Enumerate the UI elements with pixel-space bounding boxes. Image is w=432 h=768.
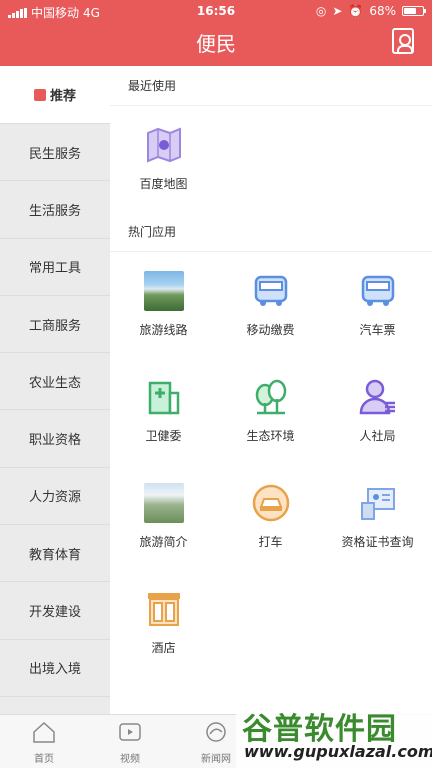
- news-icon: [206, 722, 226, 742]
- sidebar-item-tools[interactable]: 常用工具: [0, 239, 110, 296]
- certificate-icon: [357, 482, 399, 524]
- sidebar-item-label: 出境入境: [28, 662, 81, 678]
- watermark: 谷普软件园 www.gupuxlazal.com: [236, 700, 432, 768]
- recent-grid: 百度地图: [110, 106, 432, 212]
- app-label: 资格证书查询: [341, 535, 414, 549]
- sidebar-item-label: 民生服务: [28, 146, 81, 162]
- taxi-icon: [250, 482, 292, 524]
- contact-card-icon[interactable]: [392, 28, 414, 54]
- thumbs-up-icon: [33, 88, 46, 101]
- trees-icon: [250, 376, 292, 418]
- section-title-recent: 最近使用: [110, 66, 432, 106]
- app-label: 卫健委: [145, 429, 182, 443]
- video-icon: [119, 723, 141, 741]
- app-tile-social-security[interactable]: 人社局: [324, 358, 431, 464]
- bus-icon: [250, 270, 292, 312]
- sidebar-item-qualification[interactable]: 职业资格: [0, 410, 110, 468]
- sidebar-item-label: 开发建设: [28, 605, 81, 621]
- tab-home[interactable]: 首页: [4, 721, 84, 765]
- app-panel: 最近使用 百度地图 热门应用 旅游线路 移动缴费 汽车票 卫健委 生态环境 人社…: [110, 66, 432, 714]
- hotel-icon: [143, 588, 185, 630]
- sidebar-item-label: 工商服务: [28, 318, 81, 334]
- top-bar: 中国移动 4G 16:56 ◎ ➤ ⏰ 68% 便民: [0, 0, 432, 66]
- app-label: 旅游线路: [139, 323, 188, 337]
- sidebar-item-label: 生活服务: [28, 203, 81, 219]
- tab-video[interactable]: 视频: [90, 721, 170, 765]
- sidebar-item-education[interactable]: 教育体育: [0, 525, 110, 583]
- app-label: 百度地图: [139, 177, 188, 191]
- rotation-lock-icon: ◎: [315, 4, 327, 18]
- sidebar-item-label: 教育体育: [28, 547, 81, 563]
- app-label: 汽车票: [359, 323, 396, 337]
- sidebar-item-immigration[interactable]: 出境入境: [0, 640, 110, 697]
- tab-label: 视频: [120, 754, 140, 765]
- app-tile-travel-routes[interactable]: 旅游线路: [110, 252, 217, 358]
- app-tile-bus-ticket[interactable]: 汽车票: [324, 252, 431, 358]
- battery-text: 68%: [369, 4, 396, 18]
- app-tile-taxi[interactable]: 打车: [217, 464, 324, 570]
- sidebar-item-label: 推荐: [49, 89, 76, 104]
- sidebar-item-label: 常用工具: [28, 261, 81, 277]
- app-label: 旅游简介: [139, 535, 188, 549]
- app-label: 移动缴费: [246, 323, 295, 337]
- category-sidebar: 推荐 民生服务 生活服务 常用工具 工商服务 农业生态 职业资格 人力资源 教育…: [0, 66, 110, 714]
- app-label: 打车: [258, 535, 283, 549]
- app-tile-ecology[interactable]: 生态环境: [217, 358, 324, 464]
- app-tile-baidu-map[interactable]: 百度地图: [110, 106, 217, 212]
- sidebar-item-recommend[interactable]: 推荐: [0, 66, 110, 124]
- hospital-icon: [143, 376, 185, 418]
- sidebar-item-life[interactable]: 生活服务: [0, 181, 110, 239]
- bus-icon: [357, 270, 399, 312]
- sidebar-item-business[interactable]: 工商服务: [0, 296, 110, 354]
- app-label: 人社局: [359, 429, 396, 443]
- tab-label: 首页: [34, 754, 54, 765]
- sidebar-item-label: 职业资格: [28, 433, 81, 449]
- person-icon: [357, 376, 399, 418]
- map-icon: [143, 124, 185, 166]
- location-icon: ➤: [332, 4, 343, 18]
- home-icon: [33, 721, 55, 743]
- app-tile-travel-intro[interactable]: 旅游简介: [110, 464, 217, 570]
- landscape-photo-icon: [143, 482, 185, 524]
- sidebar-item-label: 农业生态: [28, 375, 81, 391]
- app-tile-health-commission[interactable]: 卫健委: [110, 358, 217, 464]
- app-label: 酒店: [151, 641, 176, 655]
- mountain-photo-icon: [143, 270, 185, 312]
- status-bar: 中国移动 4G 16:56 ◎ ➤ ⏰ 68%: [0, 0, 432, 22]
- sidebar-item-livelihood[interactable]: 民生服务: [0, 124, 110, 182]
- sidebar-item-development[interactable]: 开发建设: [0, 582, 110, 640]
- page-title: 便民: [196, 32, 236, 56]
- alarm-icon: ⏰: [348, 4, 364, 18]
- sidebar-item-agriculture[interactable]: 农业生态: [0, 353, 110, 411]
- hot-grid: 旅游线路 移动缴费 汽车票 卫健委 生态环境 人社局 旅游简介 打车 资格证书查…: [110, 252, 432, 676]
- app-tile-hotel[interactable]: 酒店: [110, 570, 217, 676]
- app-tile-certificate-query[interactable]: 资格证书查询: [324, 464, 431, 570]
- app-tile-mobile-pay[interactable]: 移动缴费: [217, 252, 324, 358]
- section-title-hot: 热门应用: [110, 212, 432, 252]
- battery-icon: [402, 6, 426, 16]
- app-label: 生态环境: [246, 429, 295, 443]
- watermark-url: www.gupuxlazal.com: [244, 742, 432, 761]
- sidebar-item-hr[interactable]: 人力资源: [0, 468, 110, 526]
- sidebar-item-label: 人力资源: [28, 490, 81, 506]
